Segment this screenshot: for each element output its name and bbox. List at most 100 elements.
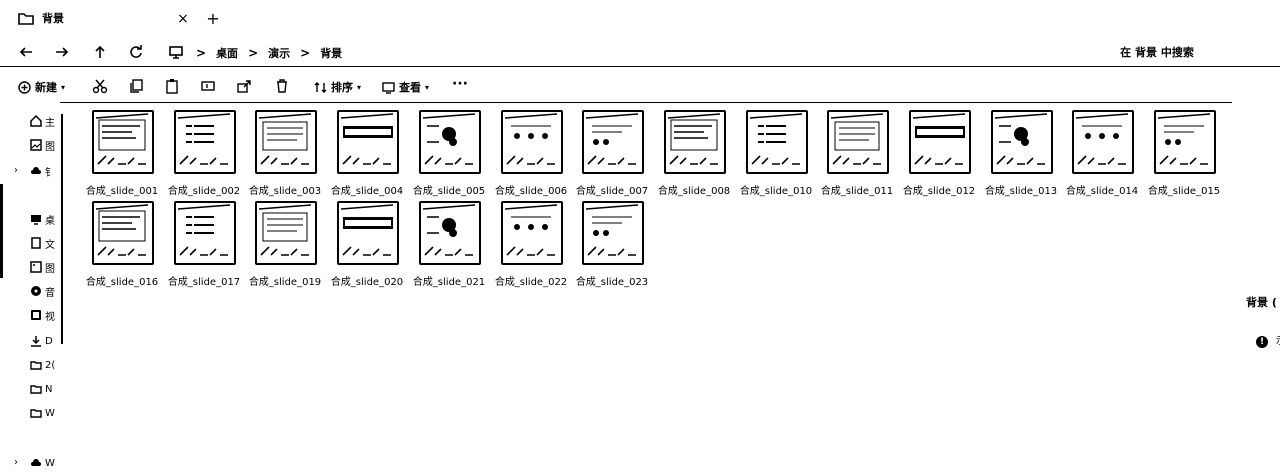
- navigation-pane: 主图 › 钅桌文图音视 D 2(N W › W: [0, 104, 63, 472]
- file-name: 合成_slide_003: [248, 186, 322, 197]
- breadcrumb-separator: >: [300, 46, 311, 60]
- file-item[interactable]: 合成_slide_020: [329, 199, 405, 289]
- pictures-icon: [30, 261, 42, 273]
- file-item[interactable]: 合成_slide_012: [901, 108, 977, 198]
- image-thumbnail: [501, 110, 563, 174]
- details-pane-title: 背景 (: [1246, 296, 1277, 309]
- sidebar-item-label: 图: [45, 263, 55, 275]
- file-name: 合成_slide_007: [575, 186, 649, 197]
- image-thumbnail: [1154, 110, 1216, 174]
- file-name: 合成_slide_008: [657, 186, 731, 197]
- file-name: 合成_slide_019: [248, 277, 322, 288]
- arrow-left-icon: [19, 47, 32, 57]
- tab-background[interactable]: 背景 ×: [6, 4, 196, 32]
- rename-icon[interactable]: [200, 78, 216, 94]
- sort-button[interactable]: 排序 ▾: [314, 78, 361, 96]
- chevron-right-icon[interactable]: ›: [14, 165, 18, 176]
- sidebar-item[interactable]: W: [30, 454, 58, 472]
- forward-button[interactable]: [52, 42, 72, 62]
- sidebar-item[interactable]: 主: [30, 112, 58, 130]
- file-item[interactable]: 合成_slide_021: [411, 199, 487, 289]
- cut-icon[interactable]: [92, 78, 108, 94]
- image-thumbnail: [746, 110, 808, 174]
- copy-icon[interactable]: [128, 78, 144, 94]
- up-button[interactable]: [90, 42, 110, 62]
- sidebar-item[interactable]: 钅: [30, 162, 58, 180]
- view-icon: [382, 81, 395, 94]
- breadcrumb-separator: >: [248, 46, 259, 60]
- file-item[interactable]: 合成_slide_007: [574, 108, 650, 198]
- more-options-button[interactable]: ···: [452, 76, 468, 92]
- sidebar-item[interactable]: 音: [30, 282, 58, 300]
- file-item[interactable]: 合成_slide_004: [329, 108, 405, 198]
- file-item[interactable]: 合成_slide_015: [1146, 108, 1222, 198]
- breadcrumb-background[interactable]: 背景: [320, 45, 342, 61]
- arrow-right-icon: [56, 47, 69, 57]
- back-button[interactable]: [16, 42, 36, 62]
- sidebar-item[interactable]: 2(: [30, 356, 58, 374]
- divider: [0, 66, 1280, 67]
- file-item[interactable]: 合成_slide_016: [84, 199, 160, 289]
- delete-icon[interactable]: [274, 78, 290, 94]
- cloud-icon: [31, 459, 41, 466]
- breadcrumb: > 桌面 > 演示 > 背景: [196, 44, 342, 62]
- file-name: 合成_slide_021: [412, 277, 486, 288]
- sidebar-item[interactable]: 图: [30, 258, 58, 276]
- close-tab-button[interactable]: ×: [174, 10, 192, 28]
- desktop-icon: [31, 215, 41, 225]
- plus-circle-icon: [18, 80, 31, 94]
- sidebar-item-label: W: [45, 457, 55, 469]
- file-name: 合成_slide_010: [739, 186, 813, 197]
- sidebar-item-label: D: [45, 335, 53, 347]
- sidebar-item-label: W: [45, 407, 55, 419]
- search-input[interactable]: 在 背景 中搜索: [1040, 41, 1274, 63]
- paste-icon[interactable]: [164, 78, 180, 94]
- file-item[interactable]: 合成_slide_005: [411, 108, 487, 198]
- file-name: 合成_slide_022: [494, 277, 568, 288]
- image-thumbnail: [337, 201, 399, 265]
- arrow-up-icon: [95, 45, 105, 58]
- sidebar-item[interactable]: 桌: [30, 210, 58, 228]
- sidebar-item[interactable]: D: [30, 332, 58, 350]
- sidebar-item[interactable]: 图: [30, 136, 58, 154]
- image-thumbnail: [909, 110, 971, 174]
- sidebar-item[interactable]: W: [30, 404, 58, 422]
- file-item[interactable]: 合成_slide_022: [493, 199, 569, 289]
- this-pc-button[interactable]: [166, 42, 186, 62]
- file-item[interactable]: 合成_slide_011: [819, 108, 895, 198]
- file-item[interactable]: 合成_slide_003: [247, 108, 323, 198]
- file-item[interactable]: 合成_slide_001: [84, 108, 160, 198]
- tab-title: 背景: [42, 12, 64, 25]
- file-item[interactable]: 合成_slide_023: [574, 199, 650, 289]
- file-item[interactable]: 合成_slide_019: [247, 199, 323, 289]
- sidebar-item[interactable]: 文: [30, 234, 58, 252]
- file-item[interactable]: 合成_slide_013: [983, 108, 1059, 198]
- file-item[interactable]: 合成_slide_002: [166, 108, 242, 198]
- pane-splitter[interactable]: [61, 114, 63, 344]
- file-name: 合成_slide_014: [1065, 186, 1139, 197]
- home-icon: [30, 115, 42, 127]
- breadcrumb-desktop[interactable]: 桌面: [216, 45, 238, 61]
- new-tab-button[interactable]: +: [204, 10, 222, 28]
- image-thumbnail: [991, 110, 1053, 174]
- share-icon[interactable]: [236, 78, 252, 94]
- image-thumbnail: [174, 110, 236, 174]
- sidebar-item-label: 视: [45, 311, 55, 323]
- file-item[interactable]: 合成_slide_008: [656, 108, 732, 198]
- new-button[interactable]: 新建 ▾: [18, 78, 65, 96]
- view-button[interactable]: 查看 ▾: [382, 78, 429, 96]
- file-item[interactable]: 合成_slide_014: [1064, 108, 1140, 198]
- details-text: 示: [1276, 332, 1280, 356]
- chevron-right-icon[interactable]: ›: [14, 457, 18, 468]
- file-item[interactable]: 合成_slide_010: [738, 108, 814, 198]
- breadcrumb-presentation[interactable]: 演示: [268, 45, 290, 61]
- file-item[interactable]: 合成_slide_017: [166, 199, 242, 289]
- title-bar: 背景 × +: [0, 0, 1280, 36]
- sidebar-item-label: 2(: [45, 359, 56, 371]
- image-thumbnail: [827, 110, 889, 174]
- refresh-button[interactable]: [126, 42, 146, 62]
- file-item[interactable]: 合成_slide_006: [493, 108, 569, 198]
- folder-icon: [30, 361, 42, 370]
- sidebar-item[interactable]: N: [30, 380, 58, 398]
- sidebar-item[interactable]: 视: [30, 306, 58, 324]
